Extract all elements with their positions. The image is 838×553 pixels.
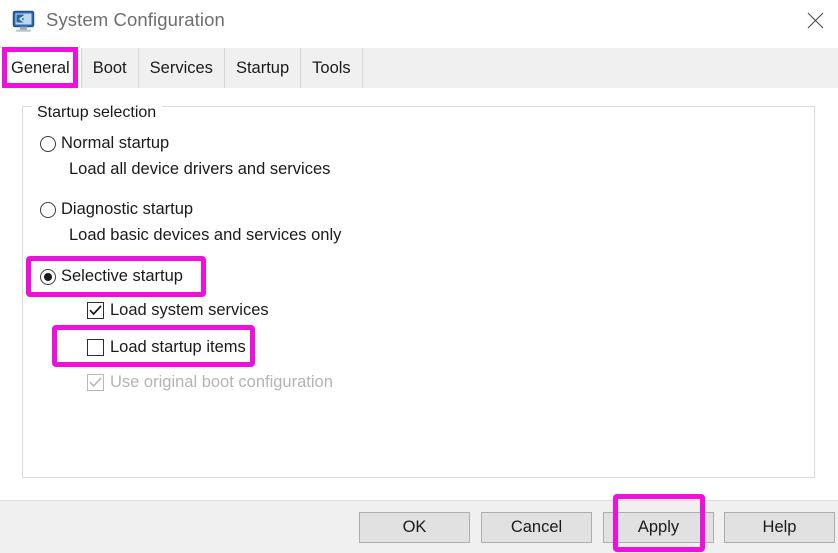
tab-list: General Boot Services Startup Tools — [0, 48, 363, 88]
normal-startup-label: Normal startup — [61, 134, 170, 152]
checkbox-indicator-system-services — [87, 302, 104, 319]
tab-boot-label: Boot — [92, 58, 127, 77]
help-button[interactable]: Help — [724, 512, 835, 543]
selective-startup-radio[interactable]: Selective startup — [40, 267, 183, 286]
radio-indicator-selective — [40, 268, 56, 285]
window-title: System Configuration — [46, 9, 225, 30]
startup-selection-legend: Startup selection — [32, 104, 163, 122]
radio-indicator-diagnostic — [40, 201, 56, 218]
normal-startup-description: Load all device drivers and services — [69, 160, 331, 178]
checkbox-indicator-original-boot-config — [87, 374, 104, 391]
close-icon[interactable] — [792, 0, 838, 40]
use-original-boot-configuration-label: Use original boot configuration — [110, 373, 333, 391]
use-original-boot-configuration-checkbox: Use original boot configuration — [87, 373, 333, 392]
tab-services[interactable]: Services — [138, 48, 225, 88]
load-system-services-checkbox[interactable]: Load system services — [87, 301, 269, 320]
selective-startup-label: Selective startup — [61, 267, 183, 285]
ok-button[interactable]: OK — [359, 512, 470, 543]
tab-tools[interactable]: Tools — [301, 48, 363, 88]
apply-button[interactable]: Apply — [603, 512, 714, 543]
load-system-services-label: Load system services — [110, 301, 269, 319]
tab-boot[interactable]: Boot — [81, 48, 139, 88]
checkbox-indicator-startup-items — [87, 339, 104, 356]
tab-general-label: General — [11, 58, 70, 77]
cancel-button-label: Cancel — [510, 518, 563, 536]
system-configuration-dialog: System Configuration General Boot Servic… — [0, 0, 838, 553]
diagnostic-startup-description: Load basic devices and services only — [69, 226, 342, 244]
ok-button-label: OK — [402, 518, 427, 536]
tab-general[interactable]: General — [0, 48, 82, 88]
tab-startup-label: Startup — [235, 58, 290, 77]
apply-button-label: Apply — [637, 518, 680, 536]
tab-tools-label: Tools — [312, 58, 351, 77]
dialog-footer: OK Cancel Apply Help — [0, 500, 838, 553]
tab-startup[interactable]: Startup — [224, 48, 302, 88]
radio-indicator-normal — [40, 135, 56, 152]
system-configuration-icon — [12, 10, 38, 34]
normal-startup-radio[interactable]: Normal startup — [40, 134, 169, 153]
load-startup-items-label: Load startup items — [110, 338, 246, 356]
tab-services-label: Services — [149, 58, 213, 77]
cancel-button[interactable]: Cancel — [481, 512, 592, 543]
help-button-label: Help — [762, 518, 797, 536]
load-startup-items-checkbox[interactable]: Load startup items — [87, 338, 246, 357]
diagnostic-startup-label: Diagnostic startup — [61, 200, 194, 218]
diagnostic-startup-radio[interactable]: Diagnostic startup — [40, 200, 193, 219]
title-bar: System Configuration — [0, 0, 838, 48]
tab-strip: General Boot Services Startup Tools — [0, 48, 838, 89]
